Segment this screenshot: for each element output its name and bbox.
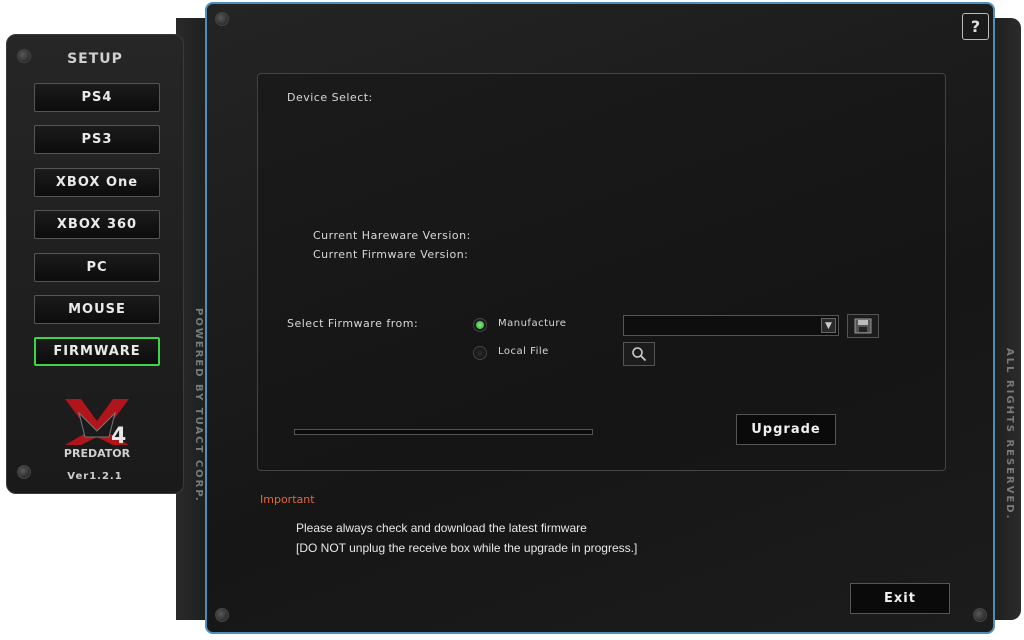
notice-line-2: [DO NOT unplug the receive box while the… <box>296 541 638 555</box>
notice-line-1: Please always check and download the lat… <box>296 521 587 535</box>
firmware-dropdown[interactable]: ▼ <box>623 315 839 336</box>
hardware-version-label: Current Hareware Version: <box>313 229 471 242</box>
local-file-radio[interactable] <box>473 346 487 360</box>
browse-button[interactable] <box>623 342 655 366</box>
floppy-disk-icon <box>854 318 872 334</box>
screw-icon <box>215 608 229 622</box>
nav-firmware-button[interactable]: FIRMWARE <box>34 337 160 366</box>
svg-text:PREDATOR: PREDATOR <box>64 447 131 460</box>
select-firmware-label: Select Firmware from: <box>287 317 419 330</box>
version-label: Ver1.2.1 <box>67 471 123 482</box>
manufacture-radio[interactable] <box>473 318 487 332</box>
manufacture-label: Manufacture <box>498 318 567 329</box>
exit-button[interactable]: Exit <box>850 583 950 614</box>
device-select-label: Device Select: <box>287 91 373 104</box>
screw-icon <box>215 12 229 26</box>
nav-xbox-one-button[interactable]: XBOX One <box>34 168 160 197</box>
nav-mouse-button[interactable]: MOUSE <box>34 295 160 324</box>
main-panel: ? Device Select: Current Hareware Versio… <box>205 2 995 634</box>
search-icon <box>632 347 647 362</box>
help-button[interactable]: ? <box>962 13 989 40</box>
upgrade-button[interactable]: Upgrade <box>736 414 836 445</box>
important-title: Important <box>260 493 315 506</box>
predator-logo: 4 PREDATOR <box>64 399 131 460</box>
svg-text:4: 4 <box>111 424 126 449</box>
upgrade-progress-bar <box>294 429 593 435</box>
setup-title: SETUP <box>67 51 123 67</box>
nav-ps3-button[interactable]: PS3 <box>34 125 160 154</box>
nav-ps4-button[interactable]: PS4 <box>34 83 160 112</box>
nav-xbox-360-button[interactable]: XBOX 360 <box>34 210 160 239</box>
nav-pc-button[interactable]: PC <box>34 253 160 282</box>
chevron-down-icon: ▼ <box>821 318 836 333</box>
screw-icon <box>973 608 987 622</box>
firmware-panel: Device Select: Current Hareware Version:… <box>257 73 946 471</box>
setup-sidebar: SETUP PS4 PS3 XBOX One XBOX 360 PC MOUSE… <box>6 34 184 494</box>
local-file-label: Local File <box>498 346 549 357</box>
firmware-version-label: Current Firmware Version: <box>313 248 469 261</box>
save-button[interactable] <box>847 314 879 338</box>
